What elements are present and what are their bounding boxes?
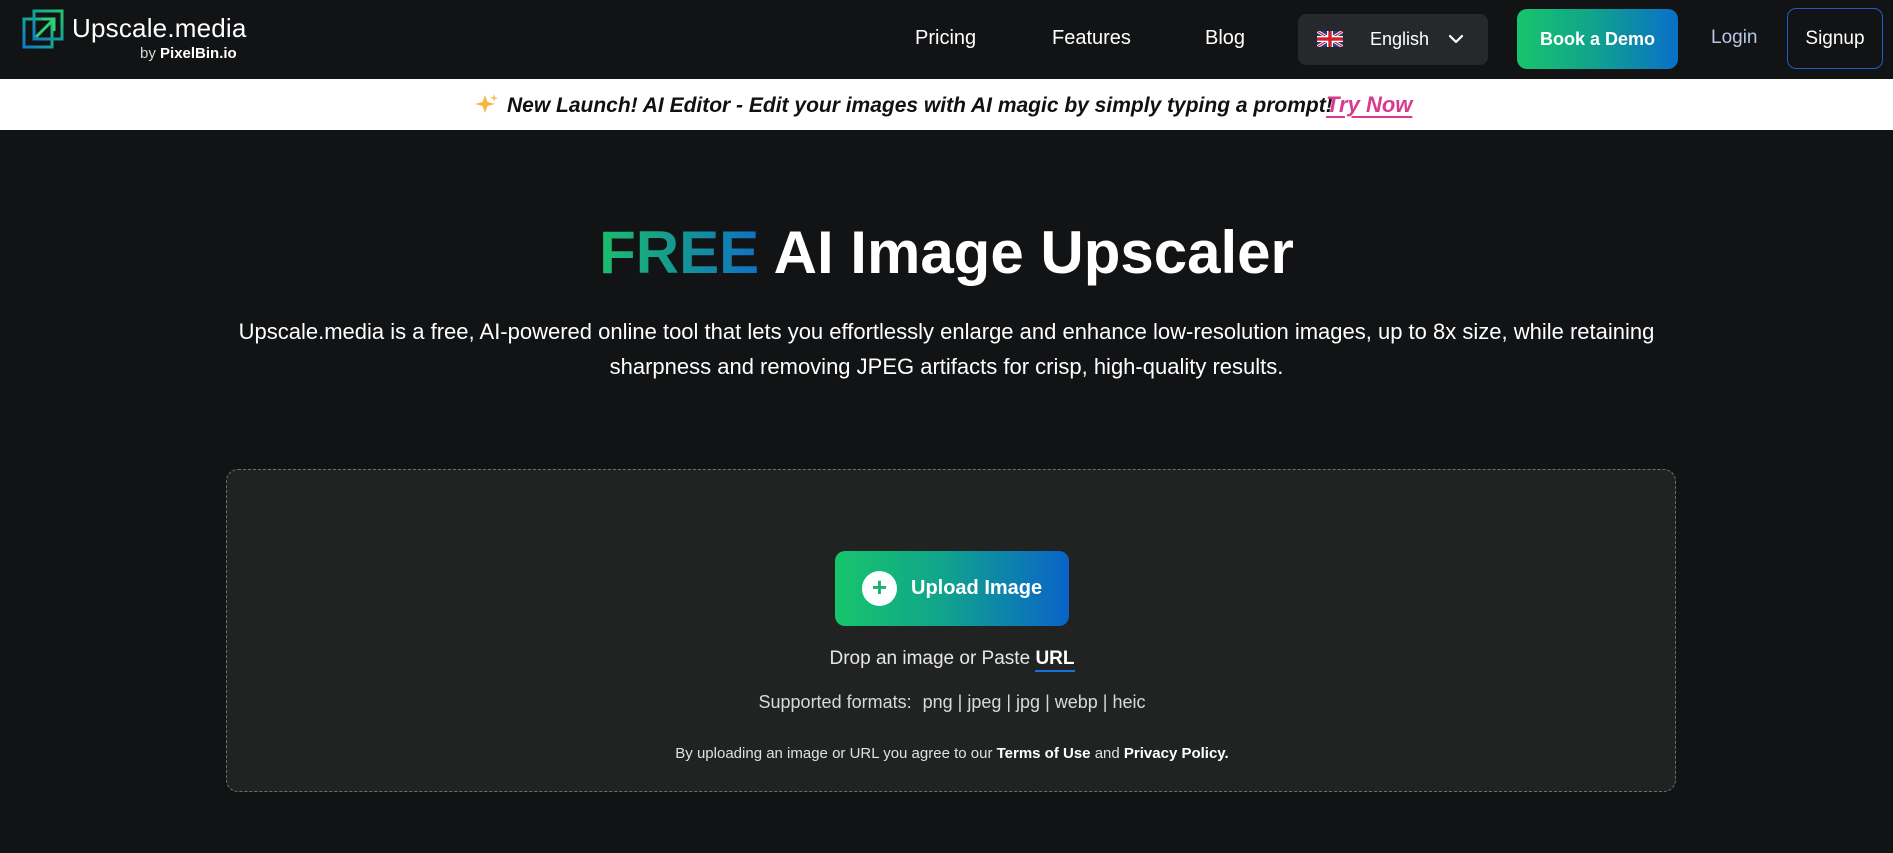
announcement-text: New Launch! AI Editor - Edit your images…	[507, 94, 1333, 117]
drop-text: Drop an image or Paste	[829, 648, 1031, 669]
announcement-bar: New Launch! AI Editor - Edit your images…	[0, 79, 1893, 130]
nav-pricing[interactable]: Pricing	[915, 27, 976, 50]
plus-icon: +	[862, 571, 897, 606]
privacy-policy-link[interactable]: Privacy Policy.	[1124, 745, 1229, 762]
upload-dropzone[interactable]: + Upload Image Drop an image or Paste UR…	[226, 469, 1676, 792]
supported-formats: Supported formats: png | jpeg | jpg | we…	[227, 692, 1677, 713]
formats-label: Supported formats:	[758, 692, 912, 712]
terms-and: and	[1094, 745, 1120, 762]
sparkle-icon	[475, 94, 498, 113]
brand-by-text: by	[140, 45, 156, 62]
chevron-down-icon	[1448, 34, 1464, 44]
login-link[interactable]: Login	[1711, 27, 1758, 49]
terms-of-use-link[interactable]: Terms of Use	[997, 745, 1091, 762]
nav-features[interactable]: Features	[1052, 27, 1131, 50]
brand-logo[interactable]: Upscale.media by PixelBin.io	[22, 9, 262, 67]
upload-image-button[interactable]: + Upload Image	[835, 551, 1069, 626]
title-rest: AI Image Upscaler	[773, 219, 1294, 286]
language-selector[interactable]: English	[1298, 14, 1488, 65]
brand-parent: PixelBin.io	[160, 45, 237, 62]
brand-name: Upscale.media	[72, 13, 247, 43]
title-highlight: FREE	[599, 219, 760, 286]
top-navbar: Upscale.media by PixelBin.io Pricing Fea…	[0, 0, 1893, 79]
paste-url-link[interactable]: URL	[1035, 648, 1075, 672]
try-now-link[interactable]: Try Now	[1326, 92, 1412, 118]
formats-list: png | jpeg | jpg | webp | heic	[922, 692, 1146, 712]
nav-blog[interactable]: Blog	[1205, 27, 1245, 50]
uk-flag-icon	[1317, 31, 1343, 47]
language-label: English	[1370, 29, 1430, 49]
terms-notice: By uploading an image or URL you agree t…	[227, 745, 1677, 762]
upscale-logo-icon	[22, 9, 64, 49]
page-title: FREE AI Image Upscaler	[0, 218, 1893, 287]
hero-description: Upscale.media is a free, AI-powered onli…	[238, 319, 1655, 379]
upload-button-label: Upload Image	[911, 577, 1043, 599]
signup-button[interactable]: Signup	[1787, 8, 1883, 69]
brand-byline: by PixelBin.io	[140, 45, 237, 62]
announcement-message: New Launch! AI Editor - Edit your images…	[475, 93, 1333, 118]
drop-instructions: Drop an image or Paste URL	[227, 648, 1677, 672]
book-demo-button[interactable]: Book a Demo	[1517, 9, 1678, 69]
terms-prefix: By uploading an image or URL you agree t…	[675, 745, 993, 762]
